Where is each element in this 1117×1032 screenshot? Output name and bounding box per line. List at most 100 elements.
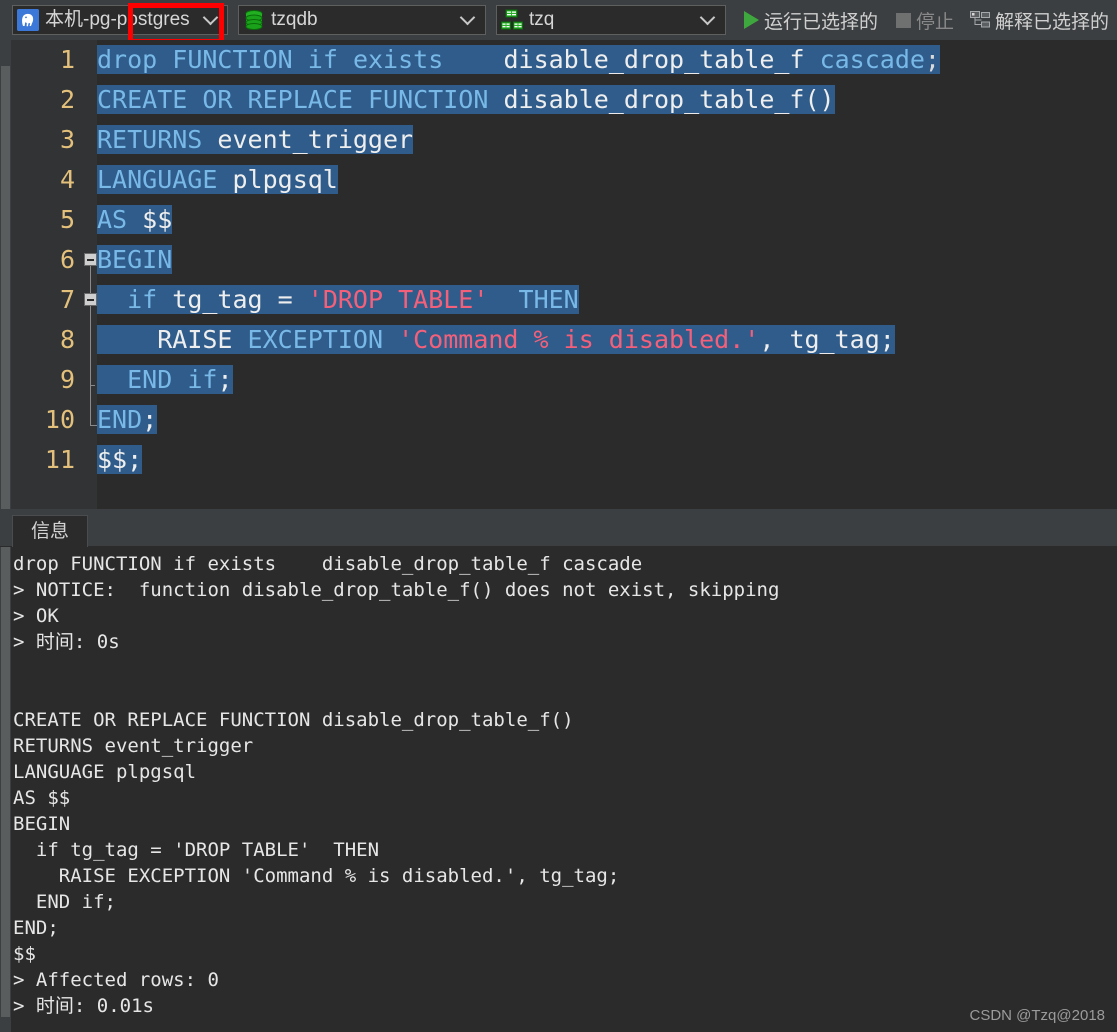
code-token: event_trigger <box>217 125 414 154</box>
explain-selected-label: 解释已选择的 <box>995 11 1110 33</box>
sql-editor[interactable]: 1 2 3 4 5 6 7 8 9 10 11 drop FUNCTION if exists di… <box>0 40 1117 509</box>
fold-marker-line7[interactable] <box>84 293 97 306</box>
code-token: END <box>127 365 173 394</box>
code-token: CREATE <box>97 85 188 114</box>
code-token: if <box>307 45 338 74</box>
code-token: RAISE <box>157 325 233 354</box>
explain-selected-button[interactable]: 解释已选择的 <box>966 3 1113 37</box>
code-token: if <box>187 365 218 394</box>
code-line-text: BEGIN <box>97 240 173 280</box>
code-token: THEN <box>518 285 579 314</box>
code-row[interactable]: RAISE EXCEPTION 'Command % is disabled.'… <box>97 320 1117 360</box>
code-row[interactable]: LANGUAGE plpgsql <box>97 160 1117 200</box>
line-number-row: 2 <box>11 80 83 120</box>
results-tabbar: 信息 <box>0 515 1117 547</box>
code-row[interactable]: CREATE OR REPLACE FUNCTION disable_drop_… <box>97 80 1117 120</box>
chevron-down-icon[interactable] <box>193 6 227 34</box>
code-token: ; <box>924 45 940 74</box>
code-line-text: if tg_tag = 'DROP TABLE' THEN <box>97 280 579 320</box>
code-line-text: END if; <box>97 360 233 400</box>
editor-scrollbar[interactable] <box>0 40 11 509</box>
schema-selector[interactable]: tzq <box>495 5 726 35</box>
fold-tick-line9 <box>90 385 95 386</box>
code-line-text: drop FUNCTION if exists disable_drop_tab… <box>97 40 940 80</box>
selection-highlight: RETURNS event_trigger <box>97 125 414 154</box>
chevron-down-icon[interactable] <box>451 6 485 34</box>
code-row[interactable]: END; <box>97 400 1117 440</box>
line-number-row: 8 <box>11 320 83 360</box>
selection-highlight: RAISE EXCEPTION 'Command % is disabled.'… <box>97 325 895 354</box>
editor-scrollbar-thumb[interactable] <box>1 66 10 509</box>
fold-end-line10 <box>90 425 97 426</box>
code-token: FUNCTION <box>367 85 489 114</box>
line-number: 11 <box>44 445 75 474</box>
line-number-gutter: 1 2 3 4 5 6 7 8 9 10 11 <box>11 40 83 509</box>
play-triangle-icon <box>743 11 759 29</box>
code-row[interactable]: AS $$ <box>97 200 1117 240</box>
run-selected-button[interactable]: 运行已选择的 <box>740 3 882 37</box>
code-token: ; <box>142 405 158 434</box>
line-number: 10 <box>44 405 75 434</box>
fold-marker-line6[interactable] <box>84 253 97 266</box>
watermark-label: CSDN @Tzq@2018 <box>969 1007 1106 1024</box>
selection-highlight: BEGIN <box>97 245 173 274</box>
code-token: LANGUAGE <box>97 165 218 194</box>
code-token: cascade <box>819 45 925 74</box>
connection-selector[interactable]: 本机-pg-postgres <box>12 5 229 35</box>
selection-highlight: drop FUNCTION if exists disable_drop_tab… <box>97 45 940 74</box>
code-fold-gutter[interactable] <box>83 40 97 509</box>
code-line-text: RAISE EXCEPTION 'Command % is disabled.'… <box>97 320 895 360</box>
code-row[interactable]: drop FUNCTION if exists disable_drop_tab… <box>97 40 1117 80</box>
line-number-row: 1 <box>11 40 83 80</box>
code-token: $$ <box>142 205 173 234</box>
schema-tree-icon <box>500 9 523 31</box>
tab-info[interactable]: 信息 <box>12 515 89 547</box>
code-token: 'Command % is disabled.' <box>398 325 760 354</box>
line-number: 1 <box>59 45 75 74</box>
code-token: plpgsql <box>232 165 338 194</box>
line-number-row: 5 <box>11 200 83 240</box>
code-row[interactable]: BEGIN <box>97 240 1117 280</box>
code-token: ; <box>879 325 895 354</box>
stop-button[interactable]: 停止 <box>892 3 958 37</box>
output-scrollbar[interactable] <box>0 547 11 1032</box>
output-scrollbar-thumb[interactable] <box>1 547 10 1017</box>
chevron-down-icon[interactable] <box>691 6 725 34</box>
code-content[interactable]: drop FUNCTION if exists disable_drop_tab… <box>97 40 1117 509</box>
database-label: tzqdb <box>271 9 318 30</box>
code-token: RETURNS <box>97 125 203 154</box>
code-token: 'DROP TABLE' <box>307 285 489 314</box>
line-number: 2 <box>59 85 75 114</box>
postgres-elephant-icon <box>17 9 39 31</box>
run-selected-label: 运行已选择的 <box>763 11 878 33</box>
selection-highlight: CREATE OR REPLACE FUNCTION disable_drop_… <box>97 85 835 114</box>
code-token: disable_drop_table_f() <box>503 85 835 114</box>
code-token: OR <box>202 85 233 114</box>
code-token: disable_drop_table_f <box>503 45 805 74</box>
line-number-row: 9 <box>11 360 83 400</box>
code-line-text: CREATE OR REPLACE FUNCTION disable_drop_… <box>97 80 835 120</box>
stop-square-icon <box>895 12 911 28</box>
code-row[interactable]: END if; <box>97 360 1117 400</box>
code-row[interactable]: RETURNS event_trigger <box>97 120 1117 160</box>
line-number: 6 <box>59 245 75 274</box>
code-token: $$ <box>97 445 128 474</box>
code-token: ; <box>217 365 233 394</box>
database-selector[interactable]: tzqdb <box>238 5 486 35</box>
line-number-row: 6 <box>11 240 83 280</box>
line-number-row: 10 <box>11 400 83 440</box>
code-row[interactable]: $$; <box>97 440 1117 480</box>
code-row[interactable]: if tg_tag = 'DROP TABLE' THEN <box>97 280 1117 320</box>
code-token: tg_tag <box>789 325 880 354</box>
